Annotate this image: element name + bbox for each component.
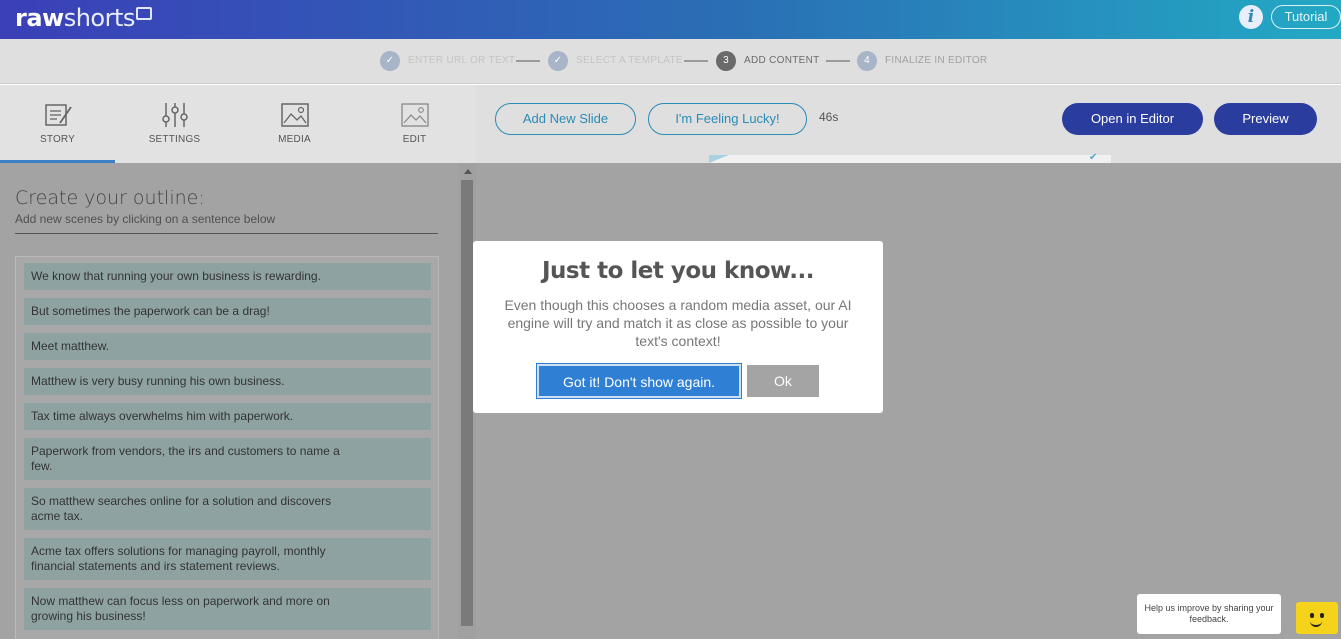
play-badge-icon (135, 7, 152, 20)
sentence-item[interactable]: Tax time always overwhelms him with pape… (24, 403, 431, 430)
rawshorts-logo[interactable]: rawshorts (15, 4, 152, 32)
slide-toolbar: Add New Slide I'm Feeling Lucky! 46s Ope… (476, 85, 1341, 163)
outline-title: Create your outline: (15, 187, 205, 209)
tab-media[interactable]: MEDIA (237, 85, 352, 163)
sliders-icon (162, 103, 188, 127)
info-modal: Just to let you know... Even though this… (473, 241, 883, 413)
scroll-up-arrow-icon[interactable] (464, 169, 472, 174)
modal-title: Just to let you know... (541, 258, 815, 284)
step-connector (826, 60, 850, 62)
tutorial-button[interactable]: Tutorial (1271, 5, 1341, 29)
edit-image-icon (401, 103, 429, 127)
bird-icon: ✔ (1089, 152, 1098, 163)
preview-button[interactable]: Preview (1214, 103, 1317, 135)
bot-mouth (1310, 621, 1322, 627)
info-icon[interactable]: i (1239, 5, 1263, 29)
feedback-bot-icon[interactable] (1296, 602, 1338, 634)
corner-decoration (709, 155, 729, 163)
sentence-item[interactable]: So matthew searches online for a solutio… (24, 488, 431, 530)
story-icon (45, 104, 72, 126)
bot-eye (1310, 613, 1314, 618)
top-bar: rawshorts i Tutorial (0, 0, 1341, 39)
outline-area: Create your outline: Add new scenes by c… (0, 163, 458, 639)
step-connector (516, 60, 540, 62)
got-it-dont-show-button[interactable]: Got it! Don't show again. (536, 363, 742, 399)
feedback-prompt[interactable]: Help us improve by sharing your feedback… (1137, 594, 1281, 634)
check-icon: ✓ (548, 51, 568, 71)
sentence-item[interactable]: Meet matthew. (24, 333, 431, 360)
sentence-item[interactable]: Acme tax offers solutions for managing p… (24, 538, 431, 580)
tab-story[interactable]: STORY (0, 85, 115, 163)
panel-tabs: STORY SETTINGS MEDIA EDIT (0, 85, 476, 163)
sentence-item[interactable]: We know that running your own business i… (24, 263, 431, 290)
bot-eye (1320, 613, 1324, 618)
open-in-editor-button[interactable]: Open in Editor (1062, 103, 1203, 135)
scroll-thumb[interactable] (461, 180, 473, 626)
sentence-item[interactable]: Paperwork from vendors, the irs and cust… (24, 438, 431, 480)
sentence-item[interactable]: Now matthew can focus less on paperwork … (24, 588, 431, 630)
left-panel: STORY SETTINGS MEDIA EDIT Create your ou… (0, 85, 476, 639)
divider (15, 233, 438, 234)
video-duration: 46s (819, 110, 839, 124)
tab-settings[interactable]: SETTINGS (117, 85, 232, 163)
sentence-list: We know that running your own business i… (15, 256, 439, 639)
tab-edit[interactable]: EDIT (357, 85, 472, 163)
modal-message: Even though this chooses a random media … (504, 297, 852, 349)
add-new-slide-button[interactable]: Add New Slide (495, 103, 636, 135)
step-connector (684, 60, 708, 62)
slide-preview[interactable]: ✔ (709, 152, 1111, 163)
sentence-item[interactable]: But sometimes the paperwork can be a dra… (24, 298, 431, 325)
ok-button[interactable]: Ok (747, 365, 819, 397)
progress-steps: ✓ ENTER URL OR TEXT ✓ SELECT A TEMPLATE … (0, 39, 1341, 84)
feeling-lucky-button[interactable]: I'm Feeling Lucky! (648, 103, 807, 135)
image-icon (281, 103, 309, 127)
check-icon: ✓ (380, 51, 400, 71)
outline-subtitle: Add new scenes by clicking on a sentence… (15, 212, 276, 226)
sentence-item[interactable]: Matthew is very busy running his own bus… (24, 368, 431, 395)
